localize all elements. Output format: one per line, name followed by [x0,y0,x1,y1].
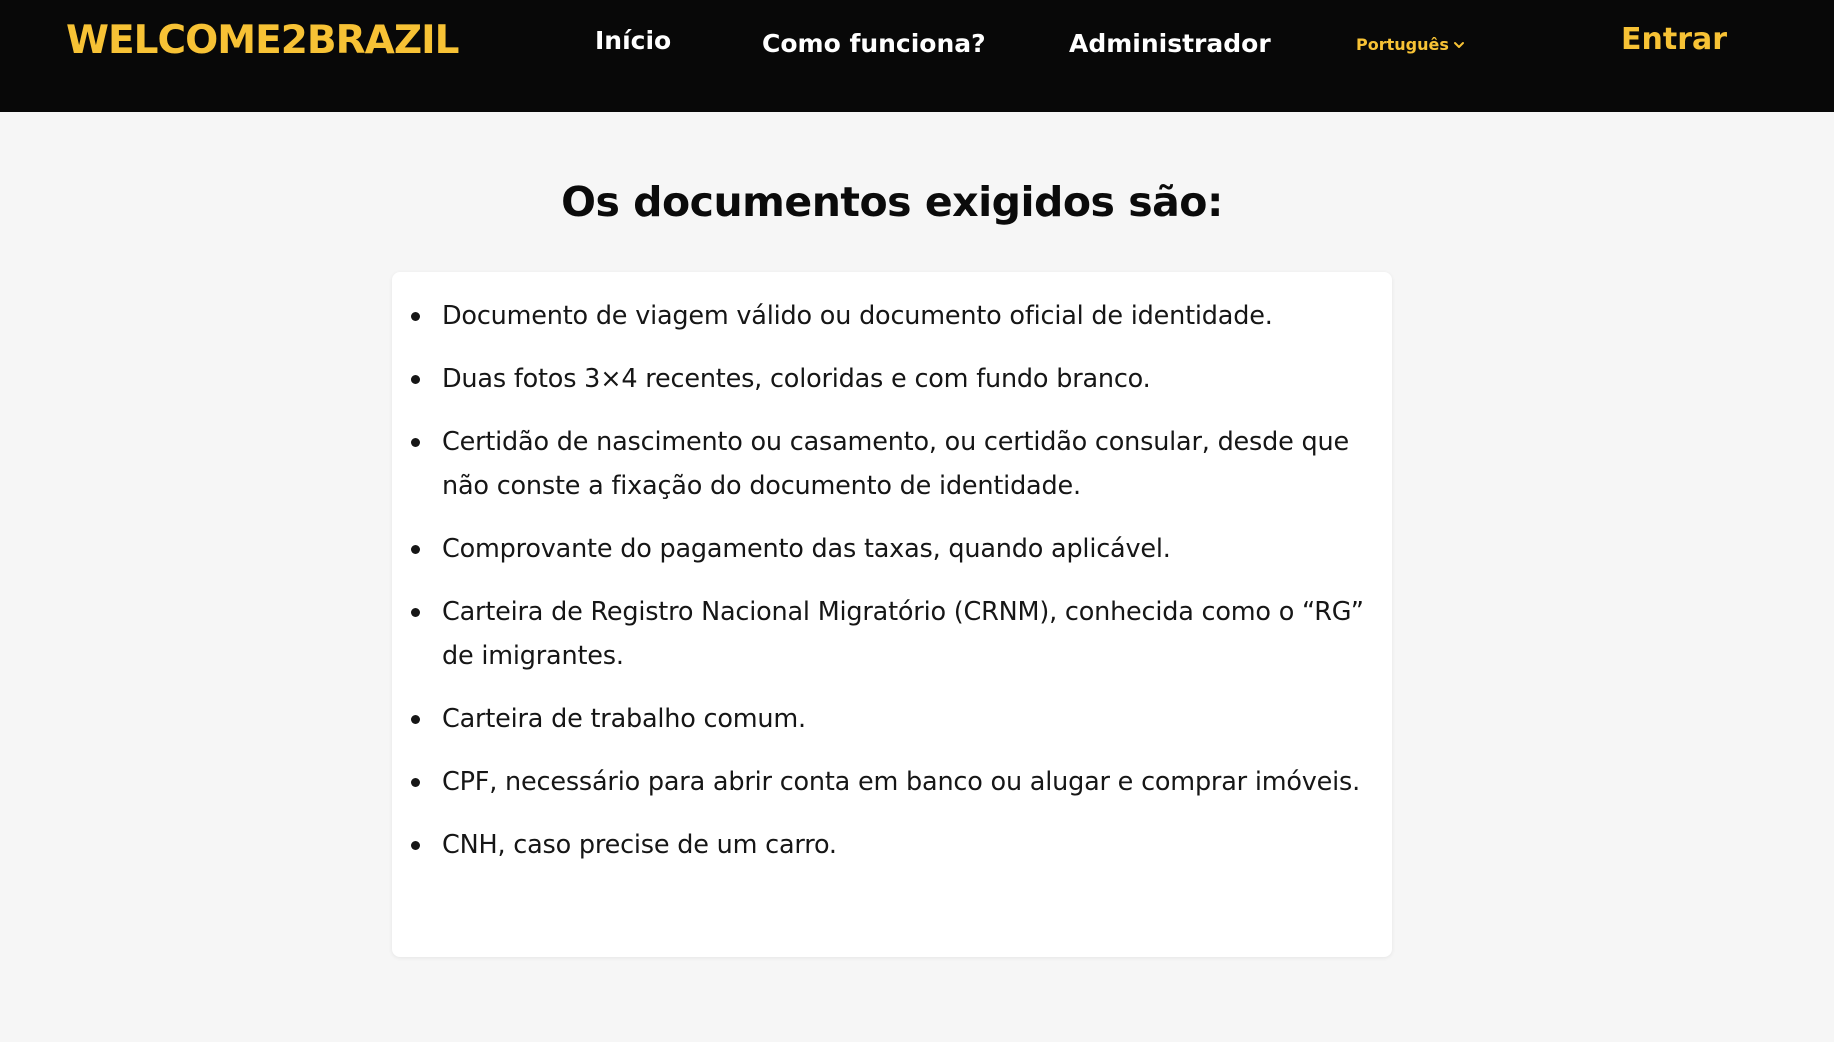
brand-logo[interactable]: WELCOME2BRAZIL [66,18,459,63]
documents-card: Documento de viagem válido ou documento … [392,272,1392,957]
documents-list: Documento de viagem válido ou documento … [392,294,1392,886]
document-item: CNH, caso precise de um carro. [411,823,1372,867]
top-navbar: WELCOME2BRAZIL Início Como funciona? Adm… [0,0,1834,112]
nav-link-how-it-works[interactable]: Como funciona? [762,29,986,58]
language-selected-label: Português [1356,35,1449,54]
document-item: Certidão de nascimento ou casamento, ou … [411,420,1372,508]
language-dropdown[interactable]: Português [1356,35,1465,54]
nav-link-admin[interactable]: Administrador [1069,29,1271,58]
chevron-down-icon [1453,39,1465,51]
document-item: Comprovante do pagamento das taxas, quan… [411,527,1372,571]
document-item: Documento de viagem válido ou documento … [411,294,1372,338]
page-title: Os documentos exigidos são: [561,178,1223,226]
document-item: Carteira de trabalho comum. [411,697,1372,741]
nav-link-home[interactable]: Início [595,26,671,55]
document-item: CPF, necessário para abrir conta em banc… [411,760,1372,804]
document-item: Duas fotos 3×4 recentes, coloridas e com… [411,357,1372,401]
document-item: Carteira de Registro Nacional Migratório… [411,590,1372,678]
login-button[interactable]: Entrar [1621,22,1727,57]
